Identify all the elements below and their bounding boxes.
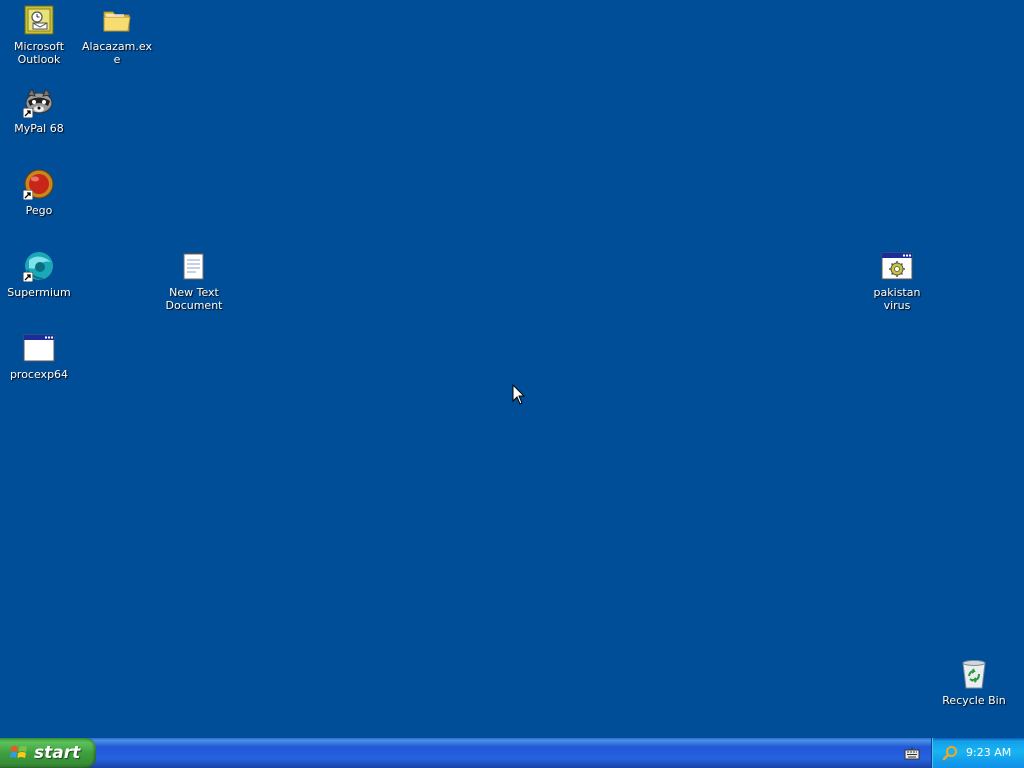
desktop-icon-supermium[interactable]: Supermium: [1, 250, 77, 299]
desktop-icon-label: Alacazam.exe: [82, 40, 152, 66]
desktop-icon-label: New Text Document: [165, 286, 223, 312]
desktop-icon-label: Pego: [25, 204, 53, 217]
recycle-bin-icon: [958, 658, 990, 690]
application-window-icon: [23, 332, 55, 364]
windows-logo-icon: [10, 746, 27, 758]
desktop-icon-pakistan-virus[interactable]: pakistan virus: [859, 250, 935, 312]
desktop-icon-recycle-bin[interactable]: Recycle Bin: [936, 658, 1012, 707]
raccoon-icon: [23, 86, 55, 118]
supermium-icon: [23, 250, 55, 282]
desktop-icon-procexp64[interactable]: procexp64: [1, 332, 77, 381]
desktop-icon-mypal-68[interactable]: MyPal 68: [1, 86, 77, 135]
start-label: start: [34, 743, 81, 763]
shortcut-arrow-icon: [23, 190, 33, 200]
desktop-icon-alacazam[interactable]: Alacazam.exe: [79, 4, 155, 66]
text-document-icon: [178, 250, 210, 282]
keyboard-icon[interactable]: [904, 746, 920, 760]
application-gear-icon: [881, 250, 913, 282]
search-icon[interactable]: [942, 745, 958, 761]
desktop: Microsoft Outlook Alacazam.exe MyPal 68 …: [0, 0, 1024, 738]
desktop-icon-label: MyPal 68: [14, 122, 64, 135]
taskbar: start 9:23 AM: [0, 738, 1024, 768]
desktop-icon-label: Supermium: [7, 286, 71, 299]
start-button[interactable]: start: [0, 738, 96, 768]
desktop-icon-pego[interactable]: Pego: [1, 168, 77, 217]
desktop-icon-new-text-document[interactable]: New Text Document: [156, 250, 232, 312]
desktop-icon-label: procexp64: [9, 368, 69, 381]
desktop-icon-label: Microsoft Outlook: [13, 40, 65, 66]
clock[interactable]: 9:23 AM: [966, 746, 1011, 759]
folder-icon: [101, 4, 133, 36]
system-tray: 9:23 AM: [931, 738, 1024, 768]
red-ball-icon: [23, 168, 55, 200]
desktop-icon-label: pakistan virus: [873, 286, 921, 312]
desktop-icon-label: Recycle Bin: [942, 694, 1006, 707]
mouse-cursor-icon: [512, 384, 526, 405]
shortcut-arrow-icon: [23, 272, 33, 282]
shortcut-arrow-icon: [23, 108, 33, 118]
desktop-icon-microsoft-outlook[interactable]: Microsoft Outlook: [1, 4, 77, 66]
outlook-icon: [23, 4, 55, 36]
